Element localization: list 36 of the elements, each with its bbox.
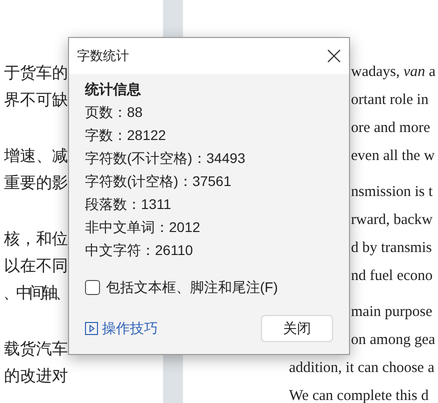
stat-line: 字符数(不计空格)：34493: [85, 149, 246, 168]
body-text-line: wadays, van a: [351, 63, 437, 82]
checkbox-label: 包括文本框、脚注和尾注(F): [106, 278, 278, 297]
body-text-line: 于货车的: [4, 62, 68, 84]
body-text-line: even all the w: [351, 147, 436, 166]
body-text-line: 、中间轴、: [3, 282, 68, 304]
close-button[interactable]: 关闭: [261, 315, 333, 342]
body-text-line: 核，和位: [4, 228, 68, 250]
stat-line: 页数：88: [85, 103, 144, 122]
body-text-line: 界不可缺: [4, 89, 68, 111]
play-icon: [85, 322, 98, 335]
body-text-line: ortant role in: [351, 91, 430, 110]
stat-line: 字符数(计空格)：37561: [85, 172, 232, 191]
body-text-line: d by transmis: [351, 239, 433, 258]
body-text-line: nsmission is t: [351, 183, 434, 202]
tips-link[interactable]: 操作技巧: [85, 318, 158, 339]
body-text-line: We can complete this d: [289, 387, 430, 403]
stat-line: 中文字符：26110: [85, 241, 194, 260]
body-text-line: addition, it can choose a: [289, 359, 436, 378]
section-heading: 统计信息: [85, 80, 142, 99]
body-text-line: ore and more: [351, 119, 432, 138]
close-icon[interactable]: [327, 49, 341, 63]
body-text-line: rward, backw: [351, 211, 434, 230]
body-text-line: 重要的影: [4, 172, 68, 194]
dialog-title: 字数统计: [77, 47, 129, 66]
body-text-line: nd fuel econo: [351, 267, 434, 286]
body-text-line: on among gea: [351, 331, 436, 350]
body-text-line: 的改进对: [4, 365, 68, 387]
checkbox[interactable]: [85, 280, 100, 295]
body-text-line: main purpose: [351, 303, 434, 322]
body-text-line: 载货汽车: [4, 338, 68, 360]
body-text-line: 以在不同: [4, 255, 68, 277]
stat-line: 非中文单词：2012: [85, 218, 202, 237]
body-text-line: 增速、减: [4, 145, 68, 167]
stat-line: 段落数：1311: [85, 195, 172, 214]
stat-line: 字数：28122: [85, 126, 167, 145]
